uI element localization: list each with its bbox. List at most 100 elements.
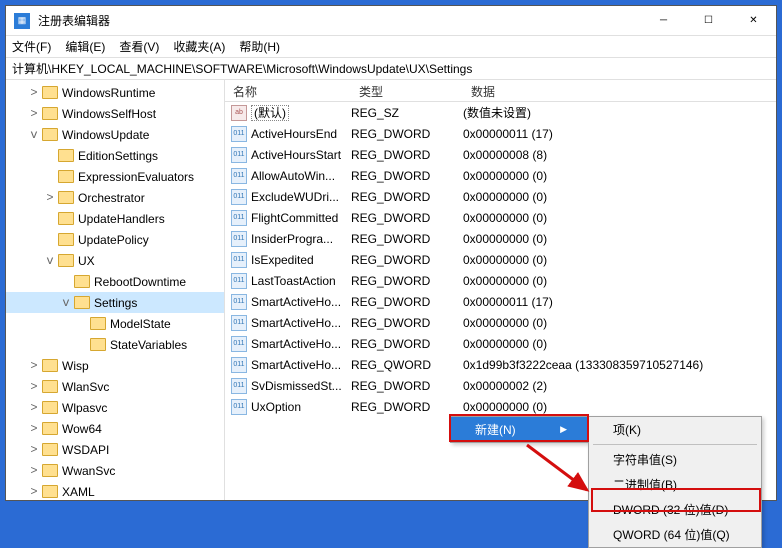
- list-row[interactable]: 011LastToastActionREG_DWORD0x00000000 (0…: [225, 270, 776, 291]
- maximize-button[interactable]: ☐: [686, 6, 731, 36]
- list-row[interactable]: ab(默认)REG_SZ(数值未设置): [225, 102, 776, 123]
- tree-item[interactable]: ExpressionEvaluators: [6, 166, 224, 187]
- value-icon: 011: [231, 126, 247, 142]
- tree-label: Wow64: [62, 422, 102, 436]
- context-menu-new-label: 新建(N): [475, 421, 516, 438]
- minimize-button[interactable]: ─: [641, 6, 686, 36]
- tree-item[interactable]: >WSDAPI: [6, 439, 224, 460]
- menu-favorites[interactable]: 收藏夹(A): [173, 38, 225, 55]
- list-row[interactable]: 011SmartActiveHo...REG_QWORD0x1d99b3f322…: [225, 354, 776, 375]
- folder-icon: [42, 485, 58, 498]
- expander-icon[interactable]: >: [28, 464, 40, 478]
- value-name: ExcludeWUDri...: [251, 190, 339, 204]
- tree-item[interactable]: UpdateHandlers: [6, 208, 224, 229]
- value-type: REG_DWORD: [351, 295, 463, 309]
- tree-label: WindowsRuntime: [62, 86, 155, 100]
- column-header-name[interactable]: 名称: [225, 80, 351, 101]
- value-name: FlightCommitted: [251, 211, 338, 225]
- value-type: REG_DWORD: [351, 337, 463, 351]
- column-header-type[interactable]: 类型: [351, 80, 463, 101]
- tree-item[interactable]: >WwanSvc: [6, 460, 224, 481]
- list-row[interactable]: 011ExcludeWUDri...REG_DWORD0x00000000 (0…: [225, 186, 776, 207]
- list-row[interactable]: 011SmartActiveHo...REG_DWORD0x00000011 (…: [225, 291, 776, 312]
- expander-icon[interactable]: >: [28, 443, 40, 457]
- expander-icon[interactable]: >: [44, 191, 56, 205]
- expander-icon[interactable]: >: [28, 422, 40, 436]
- tree-item[interactable]: > Wow64: [6, 418, 224, 439]
- expander-icon[interactable]: >: [28, 359, 40, 373]
- submenu-qword[interactable]: QWORD (64 位)值(Q): [589, 522, 761, 547]
- menu-view[interactable]: 查看(V): [119, 38, 159, 55]
- tree-item[interactable]: >Wisp: [6, 355, 224, 376]
- tree-item[interactable]: > WindowsSelfHost: [6, 103, 224, 124]
- column-header-data[interactable]: 数据: [463, 80, 776, 101]
- expander-icon[interactable]: >: [28, 401, 40, 415]
- tree-item[interactable]: StateVariables: [6, 334, 224, 355]
- tree-item[interactable]: vWindowsUpdate: [6, 124, 224, 145]
- tree-item[interactable]: vSettings: [6, 292, 224, 313]
- expander-icon[interactable]: v: [28, 128, 40, 142]
- list-row[interactable]: 011SvDismissedSt...REG_DWORD0x00000002 (…: [225, 375, 776, 396]
- value-data: 0x00000011 (17): [463, 295, 776, 309]
- expander-icon[interactable]: v: [60, 296, 72, 310]
- value-name: IsExpedited: [251, 253, 314, 267]
- list-row[interactable]: 011ActiveHoursEndREG_DWORD0x00000011 (17…: [225, 123, 776, 144]
- list-row[interactable]: 011SmartActiveHo...REG_DWORD0x00000000 (…: [225, 312, 776, 333]
- submenu-arrow-icon: ▶: [560, 424, 567, 435]
- tree-view[interactable]: > WindowsRuntime > WindowsSelfHost vWindowsU…: [6, 80, 225, 500]
- folder-icon: [90, 338, 106, 351]
- tree-item[interactable]: UpdatePolicy: [6, 229, 224, 250]
- expander-icon[interactable]: v: [44, 254, 56, 268]
- list-row[interactable]: 011AllowAutoWin...REG_DWORD0x00000000 (0…: [225, 165, 776, 186]
- value-type: REG_DWORD: [351, 148, 463, 162]
- tree-item[interactable]: >WlanSvc: [6, 376, 224, 397]
- value-icon: 011: [231, 210, 247, 226]
- list-row[interactable]: 011SmartActiveHo...REG_DWORD0x00000000 (…: [225, 333, 776, 354]
- addressbar[interactable]: 计算机\HKEY_LOCAL_MACHINE\SOFTWARE\Microsof…: [6, 58, 776, 80]
- value-name: UxOption: [251, 400, 301, 414]
- tree-item[interactable]: EditionSettings: [6, 145, 224, 166]
- expander-icon[interactable]: >: [28, 86, 40, 100]
- folder-icon: [42, 380, 58, 393]
- expander-icon[interactable]: >: [28, 485, 40, 499]
- value-type: REG_DWORD: [351, 316, 463, 330]
- submenu-string[interactable]: 字符串值(S): [589, 447, 761, 472]
- list-row[interactable]: 011InsiderProgra...REG_DWORD0x00000000 (…: [225, 228, 776, 249]
- tree-item[interactable]: ModelState: [6, 313, 224, 334]
- list-row[interactable]: 011IsExpeditedREG_DWORD0x00000000 (0): [225, 249, 776, 270]
- expander-icon[interactable]: >: [28, 380, 40, 394]
- tree-item[interactable]: RebootDowntime: [6, 271, 224, 292]
- menu-help[interactable]: 帮助(H): [239, 38, 280, 55]
- value-icon: 011: [231, 168, 247, 184]
- value-data: 0x00000000 (0): [463, 232, 776, 246]
- value-type: REG_DWORD: [351, 400, 463, 414]
- value-icon: 011: [231, 357, 247, 373]
- tree-item[interactable]: >Orchestrator: [6, 187, 224, 208]
- context-menu-new[interactable]: 新建(N) ▶: [451, 417, 587, 442]
- value-icon: 011: [231, 399, 247, 415]
- value-type: REG_DWORD: [351, 379, 463, 393]
- close-button[interactable]: ✕: [731, 6, 776, 36]
- value-data: 0x1d99b3f3222ceaa (133308359710527146): [463, 358, 776, 372]
- value-type: REG_DWORD: [351, 127, 463, 141]
- tree-item[interactable]: vUX: [6, 250, 224, 271]
- tree-item[interactable]: >Wlpasvc: [6, 397, 224, 418]
- folder-icon: [42, 359, 58, 372]
- context-menu[interactable]: 新建(N) ▶: [450, 416, 588, 443]
- value-data: 0x00000002 (2): [463, 379, 776, 393]
- context-submenu[interactable]: 项(K) 字符串值(S) 二进制值(B) DWORD (32 位)值(D) QW…: [588, 416, 762, 548]
- tree-item[interactable]: >XAML: [6, 481, 224, 500]
- list-row[interactable]: 011FlightCommittedREG_DWORD0x00000000 (0…: [225, 207, 776, 228]
- submenu-binary[interactable]: 二进制值(B): [589, 472, 761, 497]
- menu-edit[interactable]: 编辑(E): [65, 38, 105, 55]
- menu-file[interactable]: 文件(F): [12, 38, 51, 55]
- expander-icon[interactable]: >: [28, 107, 40, 121]
- list-row[interactable]: 011UxOptionREG_DWORD0x00000000 (0): [225, 396, 776, 417]
- value-name: SvDismissedSt...: [251, 379, 342, 393]
- list-row[interactable]: 011ActiveHoursStartREG_DWORD0x00000008 (…: [225, 144, 776, 165]
- submenu-key[interactable]: 项(K): [589, 417, 761, 442]
- value-name: ActiveHoursEnd: [251, 127, 337, 141]
- tree-label: WindowsSelfHost: [62, 107, 156, 121]
- submenu-dword[interactable]: DWORD (32 位)值(D): [589, 497, 761, 522]
- tree-item[interactable]: > WindowsRuntime: [6, 82, 224, 103]
